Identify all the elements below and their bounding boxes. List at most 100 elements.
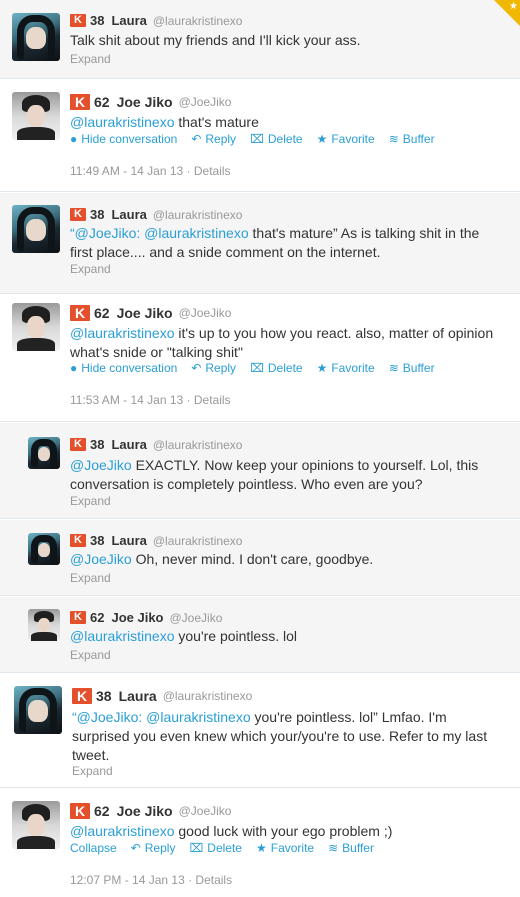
speech-bubble-icon: ● xyxy=(70,132,78,146)
reply-button[interactable]: ↶ Reply xyxy=(131,841,176,855)
hide-conversation-button[interactable]: ● Hide conversation xyxy=(70,132,177,146)
user-name[interactable]: Laura xyxy=(111,13,146,28)
buffer-button[interactable]: ≋ Buffer xyxy=(328,841,374,855)
mention-link[interactable]: @JoeJiko xyxy=(77,709,139,725)
avatar[interactable] xyxy=(12,303,60,351)
klout-icon[interactable]: K xyxy=(70,208,86,221)
timestamp[interactable]: 11:49 AM - 14 Jan 13 · Details xyxy=(70,164,231,178)
favorite-button[interactable]: ★ Favorite xyxy=(317,361,375,375)
favorite-button[interactable]: ★ Favorite xyxy=(256,841,314,855)
tweet-actions: ● Hide conversation ↶ Reply ⌧ Delete ★ Favor… xyxy=(70,132,435,146)
avatar[interactable] xyxy=(14,686,62,734)
tweet-text-body: Oh, never mind. I don't care, goodbye. xyxy=(131,551,374,567)
avatar[interactable] xyxy=(12,13,60,61)
klout-icon[interactable]: K xyxy=(70,305,90,321)
timestamp[interactable]: 11:53 AM - 14 Jan 13 · Details xyxy=(70,393,231,407)
buffer-button[interactable]: ≋ Buffer xyxy=(389,361,435,375)
user-name[interactable]: Joe Jiko xyxy=(117,803,173,819)
tweet-3[interactable]: K 38 Laura @laurakristinexo “@JoeJiko: @… xyxy=(0,193,520,294)
tweet-header: K 38 Laura @laurakristinexo xyxy=(70,13,242,28)
user-name[interactable]: Joe Jiko xyxy=(111,610,163,625)
user-handle[interactable]: @laurakristinexo xyxy=(153,14,243,28)
user-handle[interactable]: @JoeJiko xyxy=(179,804,232,818)
klout-score: 38 xyxy=(90,13,105,28)
user-name[interactable]: Laura xyxy=(111,437,146,452)
expand-link[interactable]: Expand xyxy=(70,571,111,585)
expand-link[interactable]: Expand xyxy=(72,764,113,778)
timestamp[interactable]: 12:07 PM - 14 Jan 13 · Details xyxy=(70,873,232,887)
klout-icon[interactable]: K xyxy=(70,438,86,451)
trash-icon: ⌧ xyxy=(250,132,264,146)
delete-button[interactable]: ⌧ Delete xyxy=(250,361,303,375)
klout-icon[interactable]: K xyxy=(70,611,86,624)
delete-button[interactable]: ⌧ Delete xyxy=(189,841,242,855)
klout-icon[interactable]: K xyxy=(70,14,86,27)
expand-link[interactable]: Expand xyxy=(70,648,111,662)
buffer-stack-icon: ≋ xyxy=(388,132,399,146)
user-name[interactable]: Joe Jiko xyxy=(117,305,173,321)
reply-arrow-icon: ↶ xyxy=(191,132,202,146)
klout-icon[interactable]: K xyxy=(70,534,86,547)
user-handle[interactable]: @laurakristinexo xyxy=(153,208,243,222)
buffer-stack-icon: ≋ xyxy=(328,841,339,855)
star-icon: ★ xyxy=(255,841,267,855)
tweet-6[interactable]: K 38 Laura @laurakristinexo @JoeJiko Oh,… xyxy=(0,520,520,596)
speech-bubble-icon: ● xyxy=(70,361,78,375)
trash-icon: ⌧ xyxy=(250,361,264,375)
user-name[interactable]: Laura xyxy=(119,688,157,704)
klout-icon[interactable]: K xyxy=(72,688,92,704)
tweet-2[interactable]: K 62 Joe Jiko @JoeJiko @laurakristinexo … xyxy=(0,80,520,192)
mention-link[interactable]: @JoeJiko xyxy=(70,457,132,473)
klout-icon[interactable]: K xyxy=(70,94,90,110)
user-handle[interactable]: @laurakristinexo xyxy=(153,438,243,452)
avatar[interactable] xyxy=(28,533,60,565)
avatar[interactable] xyxy=(12,205,60,253)
klout-score: 62 xyxy=(94,94,110,110)
buffer-button[interactable]: ≋ Buffer xyxy=(389,132,435,146)
tweet-text: @laurakristinexo you're pointless. lol xyxy=(70,627,500,646)
user-handle[interactable]: @laurakristinexo xyxy=(163,689,253,703)
mention-link[interactable]: @laurakristinexo xyxy=(144,225,248,241)
mention-link[interactable]: @laurakristinexo xyxy=(146,709,250,725)
tweet-7[interactable]: K 62 Joe Jiko @JoeJiko @laurakristinexo … xyxy=(0,597,520,673)
mention-link[interactable]: @JoeJiko xyxy=(70,551,132,567)
user-handle[interactable]: @JoeJiko xyxy=(179,306,232,320)
avatar[interactable] xyxy=(28,437,60,469)
mention-link[interactable]: @laurakristinexo xyxy=(70,628,174,644)
tweet-9[interactable]: K 62 Joe Jiko @JoeJiko @laurakristinexo … xyxy=(0,789,520,897)
user-handle[interactable]: @JoeJiko xyxy=(179,95,232,109)
favorite-button[interactable]: ★ Favorite xyxy=(317,132,375,146)
reply-button[interactable]: ↶ Reply xyxy=(191,361,236,375)
tweet-text: @JoeJiko EXACTLY. Now keep your opinions… xyxy=(70,456,500,494)
user-handle[interactable]: @laurakristinexo xyxy=(153,534,243,548)
mention-link[interactable]: @laurakristinexo xyxy=(70,325,174,341)
tweet-header: K 62 Joe Jiko @JoeJiko xyxy=(70,94,231,110)
tweet-1[interactable]: ★ K 38 Laura @laurakristinexo Talk shit … xyxy=(0,0,520,79)
tweet-4[interactable]: K 62 Joe Jiko @JoeJiko @laurakristinexo … xyxy=(0,295,520,422)
avatar[interactable] xyxy=(12,801,60,849)
mention-link[interactable]: @laurakristinexo xyxy=(70,823,174,839)
user-handle[interactable]: @JoeJiko xyxy=(170,611,223,625)
mention-link[interactable]: @JoeJiko xyxy=(75,225,137,241)
tweet-8[interactable]: K 38 Laura @laurakristinexo “@JoeJiko: @… xyxy=(0,674,520,788)
user-name[interactable]: Joe Jiko xyxy=(117,94,173,110)
klout-icon[interactable]: K xyxy=(70,803,90,819)
reply-button[interactable]: ↶ Reply xyxy=(191,132,236,146)
expand-link[interactable]: Expand xyxy=(70,262,111,276)
hide-conversation-button[interactable]: ● Hide conversation xyxy=(70,361,177,375)
mention-link[interactable]: @laurakristinexo xyxy=(70,114,174,130)
reply-arrow-icon: ↶ xyxy=(130,841,141,855)
avatar[interactable] xyxy=(12,92,60,140)
delete-button[interactable]: ⌧ Delete xyxy=(250,132,303,146)
tweet-5[interactable]: K 38 Laura @laurakristinexo @JoeJiko EXA… xyxy=(0,423,520,519)
avatar[interactable] xyxy=(28,609,60,641)
collapse-button[interactable]: Collapse xyxy=(70,841,117,855)
expand-link[interactable]: Expand xyxy=(70,494,111,508)
star-icon: ★ xyxy=(316,361,328,375)
tweet-text: @JoeJiko Oh, never mind. I don't care, g… xyxy=(70,550,500,569)
expand-link[interactable]: Expand xyxy=(70,52,111,66)
user-name[interactable]: Laura xyxy=(111,533,146,548)
tweet-header: K 38 Laura @laurakristinexo xyxy=(72,688,252,704)
user-name[interactable]: Laura xyxy=(111,207,146,222)
klout-score: 62 xyxy=(94,305,110,321)
